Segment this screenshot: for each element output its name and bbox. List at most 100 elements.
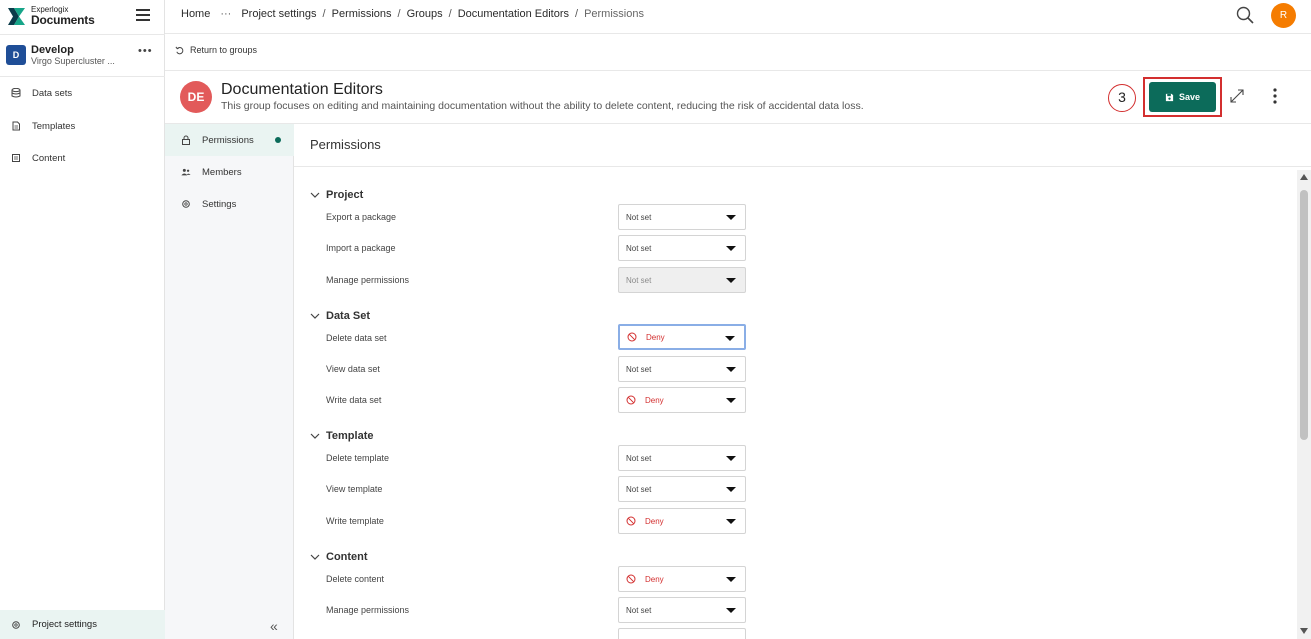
document-icon: [12, 121, 20, 131]
return-to-groups-label: Return to groups: [190, 45, 258, 55]
breadcrumb-groups[interactable]: Groups: [407, 8, 443, 20]
content-icon: [12, 154, 20, 162]
permission-select-view-template[interactable]: Not set: [618, 476, 746, 502]
permission-select-delete-content[interactable]: Deny: [618, 566, 746, 592]
select-value: Deny: [645, 395, 664, 405]
caret-down-icon: [726, 215, 736, 220]
project-switcher[interactable]: D Develop Virgo Supercluster ... •••: [0, 34, 165, 77]
nav-item-label: Templates: [32, 120, 76, 132]
permission-select-delete-data-set[interactable]: Deny: [618, 324, 746, 350]
breadcrumb-permissions[interactable]: Permissions: [332, 8, 392, 20]
save-button[interactable]: Save: [1149, 82, 1216, 112]
permissions-title: Permissions: [310, 137, 381, 152]
permission-label: Write template: [326, 516, 384, 526]
caret-down-icon: [726, 577, 736, 582]
nav-item-templates[interactable]: Templates: [0, 115, 165, 137]
tab-permissions[interactable]: Permissions: [165, 124, 294, 156]
permission-select-write-template[interactable]: Deny: [618, 508, 746, 534]
breadcrumb-separator: /: [575, 8, 579, 20]
breadcrumb-ellipsis[interactable]: ···: [220, 8, 231, 20]
section-title: Content: [326, 551, 368, 563]
caret-down-icon: [726, 456, 736, 461]
deny-icon: [626, 574, 636, 584]
tab-members[interactable]: Members: [165, 156, 294, 188]
nav-item-project-settings[interactable]: Project settings: [0, 610, 165, 639]
permission-label: Import a package: [326, 243, 396, 253]
permission-label: Delete data set: [326, 333, 387, 343]
permissions-panel: Permissions Project Export a package Not…: [294, 124, 1311, 639]
breadcrumb-home[interactable]: Home: [181, 8, 210, 20]
undo-icon: [175, 46, 184, 54]
select-value: Not set: [626, 243, 652, 253]
tab-label: Permissions: [202, 134, 254, 146]
scroll-up-arrow-icon[interactable]: [1300, 174, 1308, 180]
floppy-disk-icon: [1165, 93, 1174, 101]
breadcrumb-separator: /: [448, 8, 452, 20]
return-to-groups-link[interactable]: Return to groups: [175, 45, 257, 55]
more-options-icon[interactable]: [1272, 87, 1278, 105]
select-value: Not set: [626, 364, 652, 374]
project-badge: D: [6, 45, 26, 65]
chevron-down-icon: [310, 313, 320, 319]
permission-select-view-data-set[interactable]: Not set: [618, 356, 746, 382]
project-subtitle: Virgo Supercluster ...: [31, 56, 115, 66]
section-project-header[interactable]: Project: [310, 189, 363, 201]
expand-icon[interactable]: [1228, 87, 1246, 105]
caret-down-icon: [726, 278, 736, 283]
user-avatar[interactable]: R: [1271, 3, 1296, 28]
scroll-down-arrow-icon[interactable]: [1300, 628, 1308, 634]
caret-down-icon: [726, 398, 736, 403]
collapse-sidebar-icon[interactable]: «: [270, 618, 278, 634]
breadcrumb-current: Permissions: [584, 8, 644, 20]
select-value: Not set: [626, 275, 652, 285]
deny-icon: [627, 332, 637, 342]
nav-item-data-sets[interactable]: Data sets: [0, 82, 165, 104]
select-value: Deny: [645, 516, 664, 526]
section-template-header[interactable]: Template: [310, 430, 373, 442]
permission-select-export-package[interactable]: Not set: [618, 204, 746, 230]
search-icon[interactable]: [1236, 6, 1254, 24]
select-value: Not set: [626, 484, 652, 494]
breadcrumb-separator: /: [322, 8, 326, 20]
chevron-down-icon: [310, 554, 320, 560]
nav-item-label: Data sets: [32, 87, 73, 99]
return-bar: Return to groups: [165, 34, 1311, 71]
caret-down-icon: [726, 367, 736, 372]
permission-label: Delete content: [326, 574, 385, 584]
hamburger-menu-icon[interactable]: [136, 9, 150, 21]
permission-select-partial[interactable]: [618, 628, 746, 639]
breadcrumb-group[interactable]: Documentation Editors: [458, 8, 569, 20]
caret-down-icon: [725, 336, 735, 341]
left-navigation: Experlogix Documents D Develop Virgo Sup…: [0, 0, 165, 639]
deny-icon: [626, 516, 636, 526]
breadcrumb-separator: /: [397, 8, 401, 20]
permission-label: Manage permissions: [326, 605, 410, 615]
permission-select-content-manage-permissions[interactable]: Not set: [618, 597, 746, 623]
permission-select-delete-template[interactable]: Not set: [618, 445, 746, 471]
brand-logo[interactable]: Experlogix Documents: [8, 6, 95, 26]
group-header: DE Documentation Editors This group focu…: [165, 71, 1311, 124]
members-icon: [181, 168, 191, 176]
vertical-scrollbar[interactable]: [1297, 170, 1311, 639]
tab-label: Members: [202, 166, 242, 178]
breadcrumb-project-settings[interactable]: Project settings: [241, 8, 316, 20]
project-name: Develop: [31, 44, 74, 56]
nav-item-label: Content: [32, 152, 66, 164]
nav-item-content[interactable]: Content: [0, 147, 165, 169]
section-content-header[interactable]: Content: [310, 551, 368, 563]
section-data-set-header[interactable]: Data Set: [310, 310, 370, 322]
save-button-label: Save: [1178, 92, 1201, 102]
permission-select-import-package[interactable]: Not set: [618, 235, 746, 261]
scrollbar-thumb[interactable]: [1300, 190, 1308, 440]
nav-item-label: Project settings: [32, 619, 97, 630]
permission-select-write-data-set[interactable]: Deny: [618, 387, 746, 413]
caret-down-icon: [726, 487, 736, 492]
select-value: Not set: [626, 212, 652, 222]
project-more-icon[interactable]: •••: [138, 45, 153, 57]
select-value: Deny: [645, 574, 664, 584]
permission-select-project-manage-permissions: Not set: [618, 267, 746, 293]
permission-label: Write data set: [326, 395, 382, 405]
tab-settings[interactable]: Settings: [165, 188, 294, 220]
select-value: Not set: [626, 605, 652, 615]
group-side-navigation: Permissions Members Settings «: [165, 124, 294, 639]
